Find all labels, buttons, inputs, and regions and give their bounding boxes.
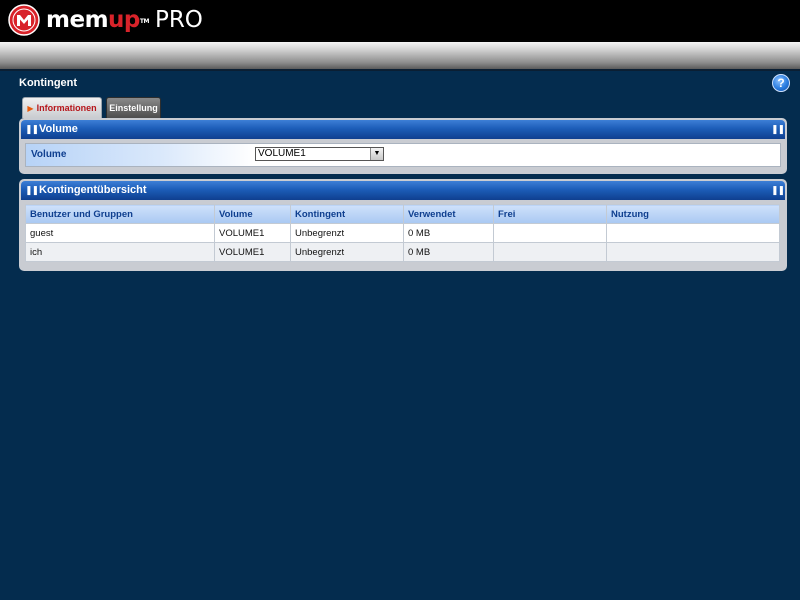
cell-user: guest [25, 223, 215, 243]
quota-table: Benutzer und Gruppen Volume Kontingent V… [25, 204, 780, 262]
grip-icon: ❚❚ [771, 124, 785, 134]
volume-panel: ❚❚ Volume ❚❚ Volume VOLUME1 ▼ [19, 118, 787, 174]
cell-free [493, 242, 607, 262]
tab-einstellung[interactable]: Einstellung [106, 97, 161, 118]
logo-accent: up [108, 7, 140, 33]
top-bar: memupTM PRO [0, 0, 800, 42]
table-row[interactable]: guest VOLUME1 Unbegrenzt 0 MB [25, 223, 780, 243]
panel-title: Volume [39, 123, 78, 135]
cell-quota: Unbegrenzt [290, 223, 404, 243]
brand-logo: memupTM PRO [8, 4, 203, 36]
grip-icon: ❚❚ [771, 185, 785, 195]
cell-quota: Unbegrenzt [290, 242, 404, 262]
help-icon[interactable]: ? [772, 74, 790, 92]
column-header-user[interactable]: Benutzer und Gruppen [25, 204, 215, 224]
dropdown-arrow-icon[interactable]: ▼ [370, 148, 383, 160]
volume-field-label: Volume [26, 144, 254, 166]
cell-usage [606, 242, 780, 262]
nav-bar [0, 42, 800, 69]
page-title: Kontingent [19, 77, 78, 89]
grip-icon: ❚❚ [25, 124, 39, 134]
cell-usage [606, 223, 780, 243]
column-header-usage[interactable]: Nutzung [606, 204, 780, 224]
cell-used: 0 MB [403, 242, 494, 262]
table-row[interactable]: ich VOLUME1 Unbegrenzt 0 MB [25, 242, 780, 262]
volume-select[interactable]: VOLUME1 ▼ [255, 147, 384, 161]
table-header-row: Benutzer und Gruppen Volume Kontingent V… [25, 204, 780, 224]
panel-title: Kontingentübersicht [39, 184, 147, 196]
volume-row: Volume VOLUME1 ▼ [25, 143, 781, 167]
nav-bar-shadow [0, 69, 800, 71]
brand-wordmark: memupTM PRO [46, 6, 203, 34]
cell-volume: VOLUME1 [214, 223, 291, 243]
logo-trademark: TM [139, 18, 150, 25]
quota-panel: ❚❚ Kontingentübersicht ❚❚ Benutzer und G… [19, 179, 787, 271]
cell-used: 0 MB [403, 223, 494, 243]
grip-icon: ❚❚ [25, 185, 39, 195]
volume-select-value: VOLUME1 [258, 148, 306, 159]
tab-arrow-icon: ▶ [27, 104, 34, 113]
column-header-used[interactable]: Verwendet [403, 204, 494, 224]
column-header-quota[interactable]: Kontingent [290, 204, 404, 224]
column-header-volume[interactable]: Volume [214, 204, 291, 224]
volume-panel-header: ❚❚ Volume ❚❚ [21, 120, 785, 139]
memup-logo-icon [8, 4, 40, 36]
logo-suffix: PRO [154, 7, 203, 33]
tab-label: Einstellung [109, 103, 158, 113]
tab-label: Informationen [36, 103, 97, 113]
cell-free [493, 223, 607, 243]
cell-volume: VOLUME1 [214, 242, 291, 262]
quota-panel-header: ❚❚ Kontingentübersicht ❚❚ [21, 181, 785, 200]
column-header-free[interactable]: Frei [493, 204, 607, 224]
tab-informationen[interactable]: ▶ Informationen [22, 97, 102, 118]
logo-prefix: mem [46, 7, 109, 33]
cell-user: ich [25, 242, 215, 262]
